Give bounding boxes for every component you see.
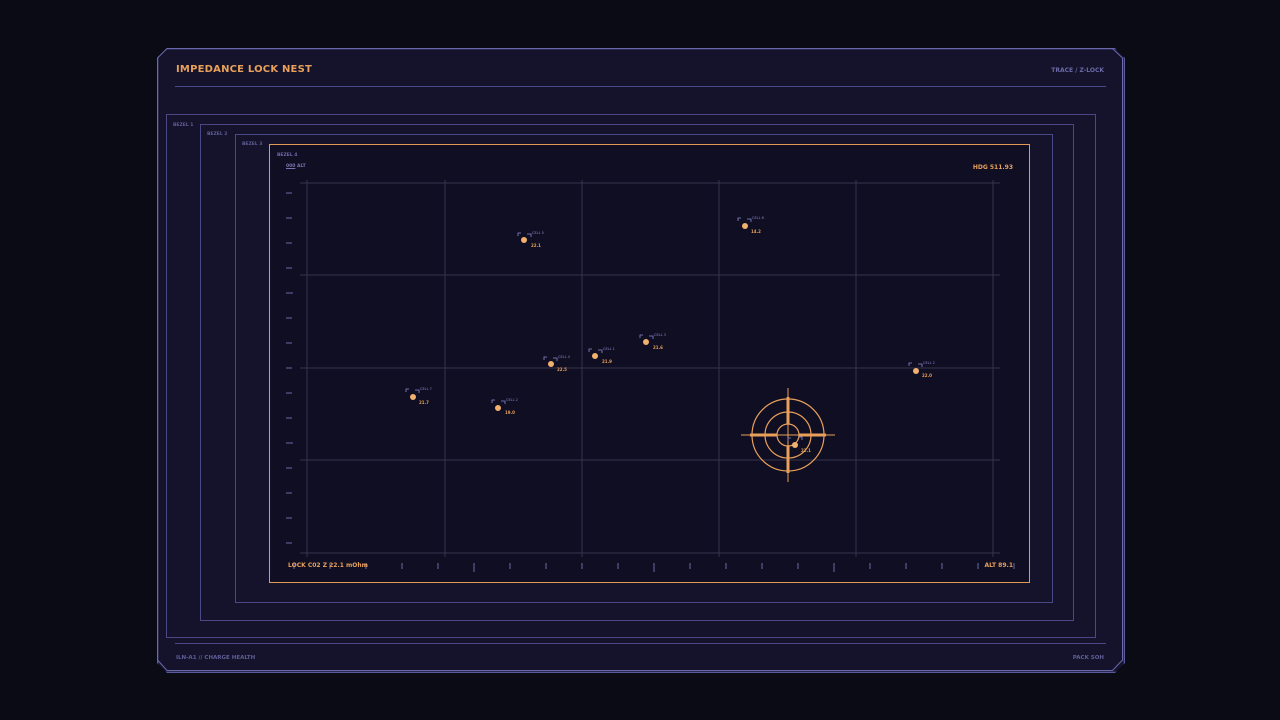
plot-canvas[interactable]: CELL 5 22.1 CELL 6 14.2 CELL 4 22.5 CELL… <box>270 145 1028 581</box>
cell-marker[interactable]: CELL 7 21.7 <box>405 387 432 405</box>
cell-marker[interactable]: CELL 6 14.2 <box>737 216 764 234</box>
bezel-3-label: BEZEL 3 <box>242 142 263 147</box>
lock-reticle[interactable]: 22.1 <box>741 388 835 482</box>
cell-label: CELL 4 <box>558 355 571 359</box>
cell-label: CELL 5 <box>532 231 544 235</box>
cell-impedance: 22.0 <box>922 373 932 378</box>
lock-readout: LOCK C02 Z 22.1 mOhm <box>288 562 368 569</box>
cell-label: CELL 2 <box>506 398 518 402</box>
breadcrumb: TRACE / Z-LOCK <box>1051 67 1104 74</box>
footer-section: CHARGE HEALTH <box>204 655 256 661</box>
cell-impedance: 21.6 <box>653 345 663 350</box>
footer-separator: // <box>198 655 203 661</box>
cell-marker[interactable]: CELL 2 19.0 <box>491 398 518 415</box>
nav-separator: / <box>1075 67 1078 74</box>
heading-ticks <box>293 563 1015 572</box>
footer-pack-soh: PACK SOH <box>1072 655 1104 661</box>
impedance-plot[interactable]: BEZEL 4 000 ALT HDG 511.93 CELL 5 22.1 C… <box>269 144 1030 583</box>
cell-label: CELL 2 <box>923 361 935 365</box>
cell-marker[interactable]: CELL 3 21.6 <box>639 333 666 350</box>
cell-marker[interactable]: CELL 5 22.1 <box>517 231 544 248</box>
nav-zlock-link[interactable]: Z-LOCK <box>1080 67 1105 74</box>
cell-label: CELL 1 <box>603 347 615 351</box>
alt-ticks <box>286 192 293 544</box>
bezel-2-label: BEZEL 2 <box>207 132 228 137</box>
footer-divider <box>175 643 1106 644</box>
footer-unit-id: ILN-A1 <box>176 655 197 661</box>
cell-label: CELL 7 <box>420 387 432 391</box>
cell-label: CELL 3 <box>654 333 666 337</box>
cell-impedance: 14.2 <box>751 229 761 234</box>
plot-grid <box>300 180 1000 557</box>
footer-breadcrumb: ILN-A1 // CHARGE HEALTH <box>176 655 255 661</box>
cell-impedance: 21.7 <box>419 400 429 405</box>
cell-marker[interactable]: CELL 4 22.5 <box>543 355 571 372</box>
cell-impedance: 19.0 <box>505 410 515 415</box>
cell-impedance: 22.1 <box>531 243 541 248</box>
nav-trace-link[interactable]: TRACE <box>1051 67 1073 74</box>
page-title: IMPEDANCE LOCK NEST <box>176 64 313 75</box>
bezel-1-label: BEZEL 1 <box>173 123 194 128</box>
cell-marker[interactable]: CELL 1 21.9 <box>588 347 615 364</box>
cell-impedance: 22.5 <box>557 367 567 372</box>
cell-impedance: 21.9 <box>602 359 612 364</box>
alt-readout: ALT 89.1 <box>984 562 1013 569</box>
header-divider <box>175 86 1106 87</box>
cell-label: CELL 6 <box>752 216 764 220</box>
cell-marker[interactable]: CELL 2 22.0 <box>908 361 935 378</box>
locked-cell-impedance: 22.1 <box>801 448 811 453</box>
